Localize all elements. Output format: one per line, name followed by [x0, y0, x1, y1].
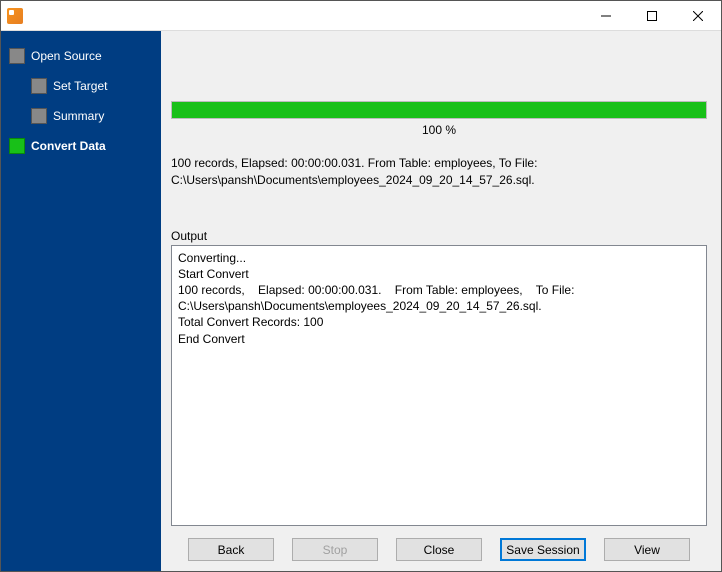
- main-panel: 100 % 100 records, Elapsed: 00:00:00.031…: [161, 31, 721, 571]
- save-session-button[interactable]: Save Session: [500, 538, 586, 561]
- progress-bar: [171, 101, 707, 119]
- sidebar-item-open-source[interactable]: Open Source: [1, 41, 161, 71]
- app-icon: [7, 8, 23, 24]
- titlebar: [1, 1, 721, 31]
- sidebar-item-label: Open Source: [31, 49, 102, 63]
- output-log[interactable]: Converting... Start Convert 100 records,…: [171, 245, 707, 526]
- output-label: Output: [171, 229, 707, 243]
- progress-percent-label: 100 %: [171, 123, 707, 137]
- sidebar-item-label: Convert Data: [31, 139, 106, 153]
- step-node-icon: [31, 78, 47, 94]
- sidebar-item-label: Set Target: [53, 79, 107, 93]
- maximize-button[interactable]: [629, 1, 675, 30]
- close-button[interactable]: Close: [396, 538, 482, 561]
- sidebar-item-label: Summary: [53, 109, 104, 123]
- step-node-icon: [9, 138, 25, 154]
- minimize-button[interactable]: [583, 1, 629, 30]
- conversion-summary-text: 100 records, Elapsed: 00:00:00.031. From…: [171, 155, 707, 189]
- step-node-icon: [31, 108, 47, 124]
- close-window-button[interactable]: [675, 1, 721, 30]
- wizard-sidebar: Open Source Set Target Summary Convert D…: [1, 31, 161, 571]
- sidebar-item-summary[interactable]: Summary: [1, 101, 161, 131]
- step-node-icon: [9, 48, 25, 64]
- window-controls: [583, 1, 721, 30]
- stop-button: Stop: [292, 538, 378, 561]
- sidebar-item-convert-data[interactable]: Convert Data: [1, 131, 161, 161]
- button-row: Back Stop Close Save Session View: [171, 526, 707, 561]
- progress-fill: [172, 102, 706, 118]
- sidebar-item-set-target[interactable]: Set Target: [1, 71, 161, 101]
- back-button[interactable]: Back: [188, 538, 274, 561]
- view-button[interactable]: View: [604, 538, 690, 561]
